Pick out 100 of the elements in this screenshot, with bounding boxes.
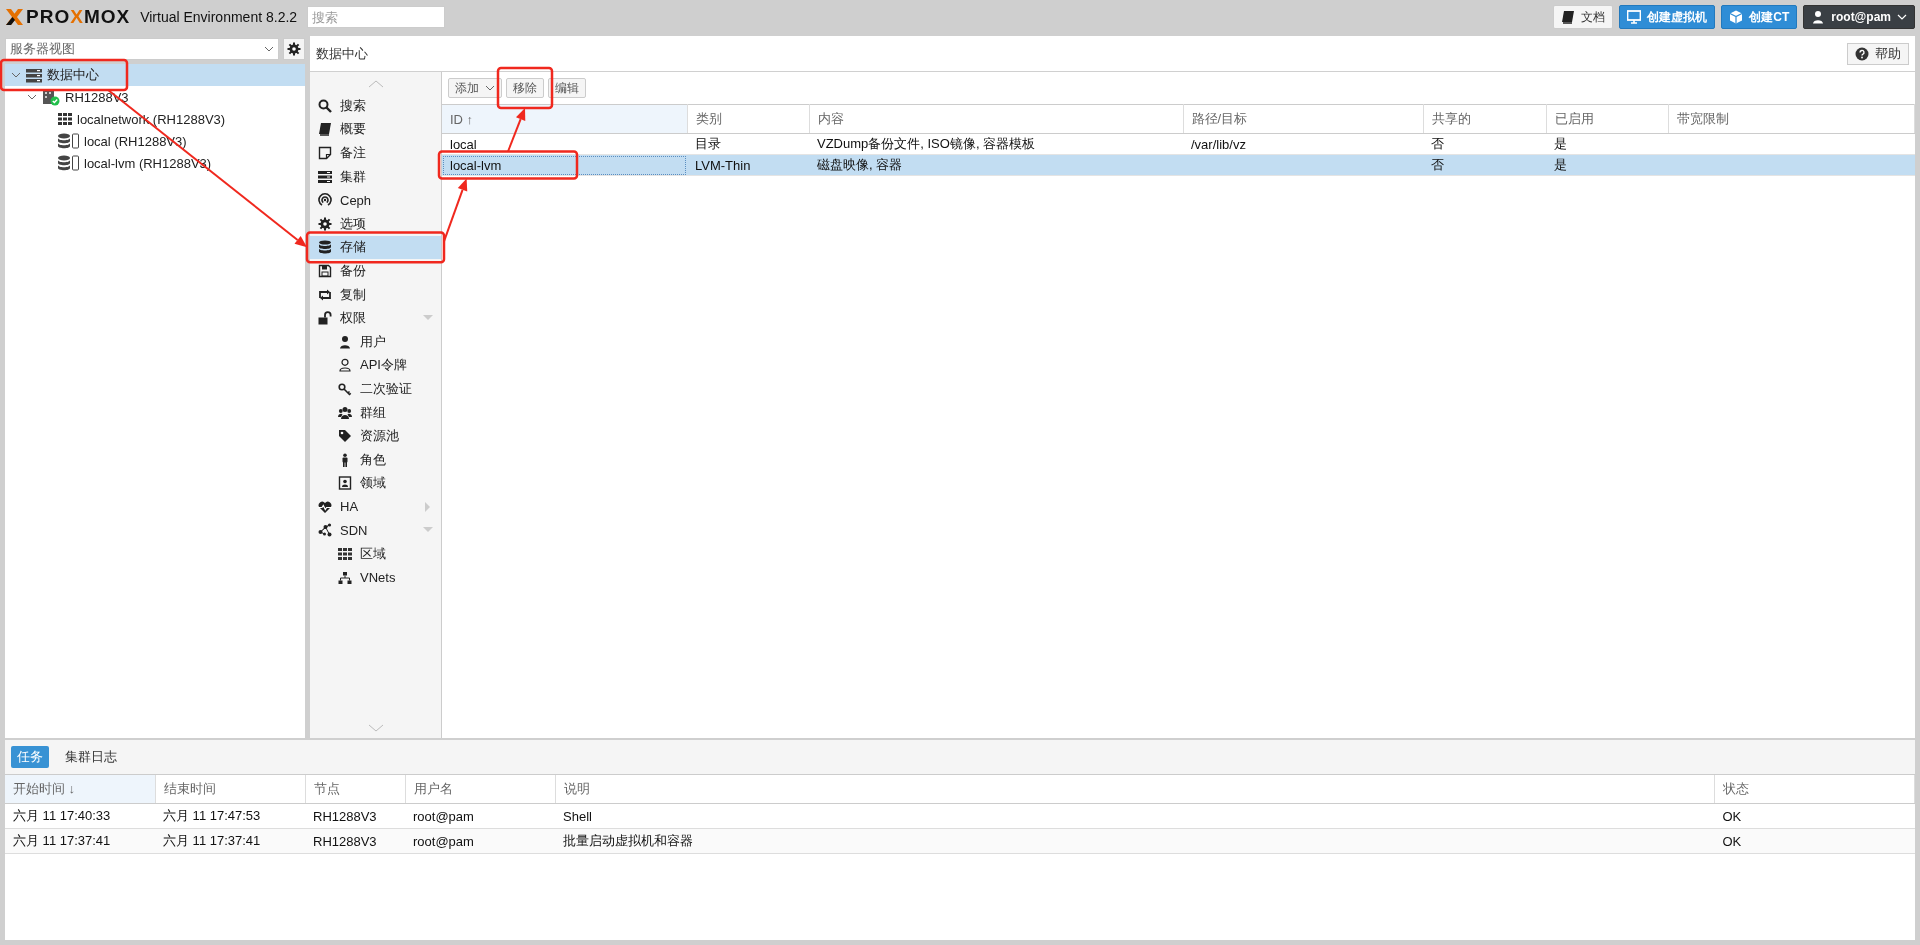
nav-menu-item[interactable]: 搜索 [310,94,441,118]
column-header[interactable]: 状态 [1714,775,1915,804]
nav-menu-item[interactable]: 选项 [310,211,441,236]
table-cell: LVM-Thin [687,154,809,176]
table-cell: 六月 11 17:37:41 [155,828,305,854]
storage-icon [58,155,79,171]
nav-menu-item[interactable]: VNets [310,565,441,590]
nav-menu-item[interactable]: 用户 [310,329,441,354]
book-icon [318,122,332,137]
header-button[interactable]: 创建CT [1721,5,1798,29]
table-cell: 是 [1546,133,1668,155]
unlock-icon [318,311,332,326]
caret-icon [264,44,274,54]
database-icon [318,240,332,255]
highlight-box [496,66,554,110]
table-cell: 磁盘映像, 容器 [809,154,1183,176]
scroll-up-icon [367,80,384,88]
heartbeat-icon [318,499,332,514]
logo-wordmark: PROXMOX [26,6,131,28]
cube-icon [1729,10,1744,24]
table-cell: OK [1714,828,1915,854]
column-header[interactable]: 开始时间 ↓ [5,775,155,804]
table-cell: root@pam [405,828,555,854]
logo-icon [5,8,24,26]
column-header[interactable]: 说明 [555,775,1715,804]
user-icon [338,334,352,349]
tags-icon [338,429,352,444]
nav-menu-item[interactable]: 备注 [310,141,441,165]
server-check-icon [42,88,60,106]
column-header[interactable]: 路径/目标 [1183,104,1423,134]
note-icon [318,146,332,160]
nav-menu-item[interactable]: SDN [310,518,441,543]
contact-card-icon [338,476,352,491]
header-button[interactable]: 文档 [1553,5,1614,29]
server-stack-icon [318,169,332,184]
column-header[interactable]: 用户名 [405,775,555,804]
settings-button[interactable] [283,38,305,60]
table-cell: 是 [1546,154,1668,176]
table-cell: 否 [1423,133,1546,155]
panel-title: 数据中心 [316,44,368,63]
nav-menu-item[interactable]: 群组 [310,400,441,425]
nav-menu-item[interactable]: 角色 [310,447,441,472]
product-version: Virtual Environment 8.2.2 [140,9,298,25]
nav-menu-item[interactable]: 区域 [310,542,441,566]
book-icon [1561,10,1576,24]
toolbar-button[interactable]: 移除 [506,78,544,98]
nav-menu-item[interactable]: 二次验证 [310,377,441,401]
key-icon [338,381,352,396]
table-cell: 目录 [687,133,809,155]
table-cell: Shell [555,803,1715,829]
column-header[interactable]: 内容 [809,104,1183,134]
tab[interactable]: 集群日志 [59,746,123,768]
table-cell: 六月 11 17:37:41 [5,828,155,854]
column-header[interactable]: 已启用 [1546,104,1668,134]
search-field[interactable]: 搜索 [307,6,446,28]
column-header[interactable]: 类别 [687,104,809,134]
nav-menu-item[interactable]: Ceph [310,188,441,212]
expander-icon [11,70,21,80]
dropdown-button[interactable]: 添加 [448,78,502,98]
help-button[interactable]: 帮助 [1847,42,1909,65]
user-menu-button[interactable]: root@pam [1803,5,1915,29]
user-outline-icon [338,358,352,373]
nav-menu-item[interactable]: API令牌 [310,353,441,378]
table-cell: RH1288V3 [305,828,405,854]
help-icon [1855,46,1869,61]
nav-menu-item[interactable]: HA [310,495,441,519]
nav-menu-item[interactable]: 权限 [310,306,441,330]
nav-menu-item[interactable]: 领域 [310,471,441,496]
caret-icon [485,83,495,93]
column-header[interactable]: 带宽限制 [1668,104,1915,134]
users-icon [338,405,352,420]
nav-menu-item[interactable]: 复制 [310,282,441,307]
repeat-icon [318,287,332,302]
server-stack-icon [26,67,42,83]
header-button[interactable]: 创建虚拟机 [1619,5,1716,29]
annotation-arrow [443,178,468,243]
ceph-icon [318,193,332,208]
search-icon [318,98,332,113]
table-cell: 批量启动虚拟机和容器 [555,828,1715,854]
table-cell: RH1288V3 [305,803,405,829]
column-header[interactable]: ID ↑ [442,104,687,134]
tree-item[interactable]: 数据中心 [5,64,305,86]
nav-menu-item[interactable]: 集群 [310,164,441,189]
table-cell: local [442,133,687,155]
view-select[interactable]: 服务器视图 [5,38,279,60]
expander-icon [423,501,433,512]
scroll-down-icon [367,724,384,732]
column-header[interactable]: 结束时间 [155,775,305,804]
expander-icon [27,92,37,102]
storage-icon [58,133,79,149]
nav-menu-item[interactable]: 概要 [310,117,441,142]
column-header[interactable]: 共享的 [1423,104,1546,134]
network-nodes-icon [318,523,332,538]
nav-menu-item[interactable]: 资源池 [310,424,441,448]
nav-menu-item[interactable]: 存储 [310,235,441,260]
grid-icon [58,112,72,126]
nav-menu-item[interactable]: 备份 [310,259,441,283]
column-header[interactable]: 节点 [305,775,405,804]
toolbar-button[interactable]: 编辑 [548,78,586,98]
table-cell: local-lvm [442,154,687,176]
